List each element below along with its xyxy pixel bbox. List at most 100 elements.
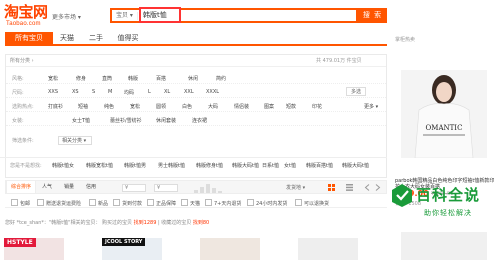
related-link[interactable]: 韩版t恤男 [124, 162, 146, 169]
checkbox-new[interactable]: 新品 [89, 199, 108, 207]
personal-notice: 您好 *tce_shan*："韩版t恤"相关的宝贝： 购买过的宝贝 找到1289… [5, 220, 210, 226]
notice-fav-label[interactable]: 收藏过的宝贝 [161, 220, 191, 226]
ad-product-image-2[interactable] [401, 232, 487, 260]
brand-tag: JCOOL STORY [102, 238, 146, 246]
tab-all[interactable]: 所有宝贝 [5, 32, 53, 46]
filter-option[interactable]: XXS [48, 89, 58, 95]
notice-bought-label[interactable]: 购买过的宝贝 [102, 220, 132, 226]
list-view-icon[interactable] [346, 184, 353, 191]
sort-bar: 综合排序 人气 销量 信用 ¥ ¥ 发货地 ▾ [5, 180, 387, 194]
filter-option[interactable]: M [108, 89, 112, 95]
watermark-logo-icon [392, 184, 412, 207]
filter-option[interactable]: L [148, 89, 151, 95]
related-link[interactable]: 女t恤 [284, 162, 296, 169]
taobao-logo[interactable]: 淘宝网 [4, 5, 48, 20]
price-max-input[interactable]: ¥ [154, 184, 178, 192]
filter-option[interactable]: 均码 [124, 89, 134, 96]
filter-option[interactable]: 修身 [76, 75, 86, 82]
product-thumbnail[interactable]: JCOOL STORY [102, 238, 162, 260]
search-tabs: 所有宝贝 天猫 二手 值得买 [5, 32, 387, 46]
tshirt-model-image: OMANTIC [401, 70, 487, 158]
filter-option[interactable]: 圆领 [156, 103, 166, 110]
svg-text:OMANTIC: OMANTIC [426, 124, 463, 132]
market-dropdown[interactable]: 更多市场 ▾ [52, 12, 81, 21]
ad-product-image[interactable]: OMANTIC [401, 70, 487, 158]
tab-tmall[interactable]: 天猫 [53, 32, 81, 46]
filter-option[interactable]: S [92, 89, 95, 95]
product-thumbnail[interactable] [298, 238, 358, 260]
sort-sales[interactable]: 销量 [60, 181, 78, 193]
filter-option[interactable]: 女士T恤 [72, 117, 90, 124]
multi-select-button[interactable]: 多选 [346, 87, 366, 96]
breadcrumb[interactable]: 所有分类 › [10, 57, 34, 64]
related-link[interactable]: 韩版t恤女 [52, 162, 74, 169]
filter-option[interactable]: 蕾丝衫/雪纺衫 [110, 117, 142, 124]
related-link[interactable]: 男士韩版t恤 [158, 162, 185, 169]
product-thumbnail[interactable] [200, 238, 260, 260]
grid-view-icon[interactable] [328, 184, 335, 191]
filter-option[interactable]: 直筒 [102, 75, 112, 82]
checkbox-free-shipping[interactable]: 包邮 [11, 199, 30, 207]
more-options[interactable]: 更多 ▾ [364, 103, 378, 110]
checkbox-tmall[interactable]: 天猫 [181, 199, 200, 207]
filter-option[interactable]: 白色 [182, 103, 192, 110]
filter-option[interactable]: XXL [184, 89, 194, 95]
filter-option[interactable]: 连衣裙 [192, 117, 207, 124]
divider [6, 66, 386, 67]
filter-option[interactable]: 纯色 [104, 103, 114, 110]
filter-row-hot: 选购热点: 打底衫 短袖 纯色 宽松 圆领 白色 大码 情侣装 图案 短款 印花… [6, 100, 386, 112]
sort-default[interactable]: 综合排序 [6, 181, 37, 193]
checkbox-exchange[interactable]: 可以退换货 [295, 199, 329, 207]
product-thumbnail[interactable]: HSTYLE [4, 238, 64, 260]
filter-option[interactable]: 韩版 [128, 75, 138, 82]
related-link[interactable]: 韩版修身t恤 [196, 162, 223, 169]
filter-select-row: 筛选条件: 相关分类 ▾ [6, 130, 386, 152]
watermark-title: 百科全说 [416, 186, 481, 204]
filter-option[interactable]: 休闲套装 [156, 117, 176, 124]
notice-bought-count[interactable]: 找到1289 [134, 220, 157, 226]
search-input[interactable]: 韩版t恤 [139, 7, 181, 23]
tab-worth-buying[interactable]: 值得买 [111, 32, 145, 46]
filter-option[interactable]: 短袖 [78, 103, 88, 110]
checkbox-24h-ship[interactable]: 24小时内发货 [247, 199, 287, 207]
filter-option[interactable]: 大码 [208, 103, 218, 110]
notice-fav-count[interactable]: 找到80 [193, 220, 209, 226]
filter-option[interactable]: 宽松 [48, 75, 58, 82]
sort-popularity[interactable]: 人气 [38, 181, 56, 193]
checkbox-cod[interactable]: 货到付款 [113, 199, 142, 207]
filter-option[interactable]: 百搭 [156, 75, 166, 82]
notice-query: "韩版t恤"相关的宝贝： [48, 220, 101, 226]
filter-option[interactable]: 短款 [286, 103, 296, 110]
search-scope-dropdown[interactable]: 宝贝 ▾ [116, 12, 138, 20]
search-button[interactable]: 搜 索 [358, 8, 387, 23]
filter-option[interactable]: XXXL [206, 89, 219, 95]
checkbox-genuine[interactable]: 正品保障 [147, 199, 176, 207]
tab-secondhand[interactable]: 二手 [81, 32, 111, 46]
checkbox-return-insurance[interactable]: 赠送退货运费险 [37, 199, 81, 207]
filter-row-size: 尺码: XXS XS S M 均码 L XL XXL XXXL 多选 [6, 86, 386, 98]
recommended-column: 掌柜热卖 OMANTIC parbok韩国精品白色纯色印字短袖t恤新款印花上衣大… [393, 32, 500, 260]
filter-option[interactable]: 情侣装 [234, 103, 249, 110]
ship-from-dropdown[interactable]: 发货地 ▾ [286, 184, 305, 191]
filter-option[interactable]: XS [72, 89, 79, 95]
sort-credit[interactable]: 信用 [82, 181, 100, 193]
chevron-right-icon[interactable] [374, 184, 381, 191]
related-link[interactable]: 韩版宽松t恤 [86, 162, 113, 169]
category-dropdown[interactable]: 相关分类 ▾ [58, 136, 92, 145]
filter-option[interactable]: 印花 [312, 103, 322, 110]
filter-option[interactable]: 简约 [216, 75, 226, 82]
filter-option[interactable]: 宽松 [130, 103, 140, 110]
filter-option[interactable]: 休闲 [188, 75, 198, 82]
search-box: 宝贝 ▾ 韩版t恤 [110, 7, 358, 23]
price-min-input[interactable]: ¥ [122, 184, 146, 192]
related-link[interactable]: 日系t恤 [262, 162, 279, 169]
filter-option[interactable]: XL [164, 89, 170, 95]
filter-option[interactable]: 打底衫 [48, 103, 63, 110]
checkbox-7day-return[interactable]: 7+天内退货 [205, 199, 241, 207]
related-link[interactable]: 韩版百搭t恤 [306, 162, 333, 169]
filter-option[interactable]: 图案 [264, 103, 274, 110]
brand-tag: HSTYLE [4, 238, 36, 247]
chevron-left-icon[interactable] [364, 184, 371, 191]
related-link[interactable]: 韩版大码t恤 [232, 162, 259, 169]
related-link[interactable]: 韩版大码t恤 [342, 162, 369, 169]
